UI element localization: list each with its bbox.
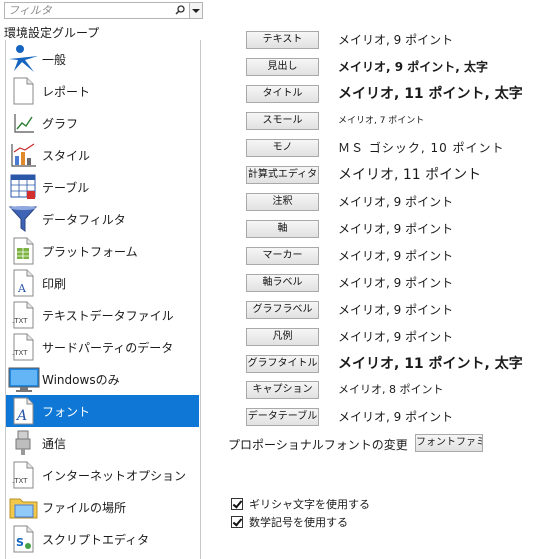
font-icon: A <box>6 395 42 427</box>
svg-text:A: A <box>15 408 27 424</box>
monitor-icon <box>6 363 42 395</box>
sidebar-item-internet-options[interactable]: .TXT インターネットオプション <box>6 459 199 491</box>
filter-dropdown-button[interactable] <box>190 2 203 19</box>
font-sample: メイリオ, 11 ポイント <box>338 167 482 183</box>
sidebar-item-label: プラットフォーム <box>42 244 138 259</box>
math-checkbox[interactable] <box>231 515 243 528</box>
font-sample: メイリオ, 7 ポイント <box>338 116 425 126</box>
sidebar-item-table[interactable]: テーブル <box>6 171 199 203</box>
font-sample: メイリオ, 11 ポイント, 太字 <box>338 86 523 102</box>
search-icon[interactable] <box>175 5 185 15</box>
annotation-font-button[interactable]: 注釈 <box>246 193 319 211</box>
report-icon <box>6 75 42 107</box>
font-sample: メイリオ, 9 ポイント <box>338 303 454 317</box>
sidebar-item-label: データフィルタ <box>42 212 126 227</box>
legend-font-button[interactable]: 凡例 <box>246 328 319 346</box>
font-sample: メイリオ, 9 ポイント <box>338 33 454 47</box>
font-sample: メイリオ, 9 ポイント, 太字 <box>338 60 489 74</box>
chevron-down-icon <box>192 9 200 13</box>
data-table-font-button[interactable]: データテーブル <box>246 408 319 426</box>
sidebar-item-platform[interactable]: プラットフォーム <box>6 235 199 267</box>
sidebar-item-label: フォント <box>42 404 91 419</box>
txt-file-icon: .TXT <box>6 331 42 363</box>
small-font-button[interactable]: スモール <box>246 112 319 130</box>
title-font-button[interactable]: タイトル <box>246 85 319 103</box>
greek-checkbox[interactable] <box>231 497 243 510</box>
marker-font-button[interactable]: マーカー <box>246 247 319 265</box>
font-sample: メイリオ, 9 ポイント <box>338 410 454 424</box>
graph-icon <box>6 107 42 139</box>
general-icon <box>6 43 42 75</box>
sidebar-item-file-locations[interactable]: ファイルの場所 <box>6 491 199 523</box>
greek-option[interactable]: ギリシャ文字を使用する <box>231 496 370 511</box>
folder-icon <box>6 491 42 523</box>
font-sample: メイリオ, 9 ポイント <box>338 195 454 209</box>
sidebar-item-font[interactable]: A フォント <box>6 395 199 427</box>
font-family-button[interactable]: フォントファミリ <box>415 434 483 452</box>
font-sample: ＭＳ ゴシック, 10 ポイント <box>338 141 505 155</box>
text-font-button[interactable]: テキスト <box>246 31 319 49</box>
print-icon: A <box>6 267 42 299</box>
sidebar-item-data-filter[interactable]: データフィルタ <box>6 203 199 235</box>
sidebar-item-print[interactable]: A 印刷 <box>6 267 199 299</box>
sidebar-item-report[interactable]: レポート <box>6 75 199 107</box>
sidebar-item-label: Windowsのみ <box>42 372 120 387</box>
sidebar-item-label: 通信 <box>42 436 67 451</box>
greek-label: ギリシャ文字を使用する <box>249 497 370 511</box>
table-icon <box>6 171 42 203</box>
svg-text:A: A <box>17 282 27 295</box>
svg-text:S: S <box>16 536 24 549</box>
svg-text:.TXT: .TXT <box>12 349 28 357</box>
sidebar-item-script-editor[interactable]: S スクリプトエディタ <box>6 523 199 555</box>
svg-text:.TXT: .TXT <box>12 317 28 325</box>
font-sample: メイリオ, 8 ポイント <box>338 383 444 396</box>
proportional-font-label: プロポーショナルフォントの変更 <box>228 438 408 452</box>
graph-label-font-button[interactable]: グラフラベル <box>246 301 319 319</box>
sidebar-item-label: スタイル <box>42 148 91 163</box>
txt-file-icon: .TXT <box>6 459 42 491</box>
sidebar-item-label: 一般 <box>42 52 67 67</box>
sidebar-item-label: ファイルの場所 <box>42 500 127 515</box>
filter-input[interactable] <box>5 3 168 18</box>
font-sample: メイリオ, 9 ポイント <box>338 330 454 344</box>
sidebar-item-label: インターネットオプション <box>42 468 187 483</box>
filter-box <box>4 2 190 19</box>
sidebar-item-label: サードパーティのデータ <box>42 340 174 355</box>
heading-font-button[interactable]: 見出し <box>246 58 319 76</box>
sidebar-item-label: テキストデータファイル <box>42 308 174 323</box>
sidebar-item-windows-only[interactable]: Windowsのみ <box>6 363 199 395</box>
sidebar-item-general[interactable]: 一般 <box>6 43 199 75</box>
math-label: 数学記号を使用する <box>249 515 348 529</box>
formula-editor-font-button[interactable]: 計算式エディタ <box>246 166 319 184</box>
axis-font-button[interactable]: 軸 <box>246 220 319 238</box>
txt-file-icon: .TXT <box>6 299 42 331</box>
sidebar-item-style[interactable]: スタイル <box>6 139 199 171</box>
graph-title-font-button[interactable]: グラフタイトル <box>246 355 319 373</box>
font-sample: メイリオ, 11 ポイント, 太字 <box>338 356 523 372</box>
platform-icon <box>6 235 42 267</box>
axis-label-font-button[interactable]: 軸ラベル <box>246 274 319 292</box>
sidebar-item-communication[interactable]: 通信 <box>6 427 199 459</box>
communication-icon <box>6 427 42 459</box>
preference-group-list[interactable]: 一般 レポート グラフ スタイル テーブル データフィルタ プラットフォーム A… <box>5 40 201 559</box>
script-icon: S <box>6 523 42 555</box>
group-label: 環境設定グループ <box>4 26 100 40</box>
sidebar-item-label: グラフ <box>42 116 79 131</box>
sidebar-item-label: レポート <box>42 84 91 99</box>
math-option[interactable]: 数学記号を使用する <box>231 514 348 529</box>
sidebar-item-label: テーブル <box>42 180 90 195</box>
sidebar-item-third-party-data[interactable]: .TXT サードパーティのデータ <box>6 331 199 363</box>
font-sample: メイリオ, 9 ポイント <box>338 222 454 236</box>
funnel-icon <box>6 203 42 235</box>
caption-font-button[interactable]: キャプション <box>246 381 319 399</box>
style-icon <box>6 139 42 171</box>
font-sample: メイリオ, 9 ポイント <box>338 249 454 263</box>
sidebar-item-label: スクリプトエディタ <box>42 532 150 547</box>
sidebar-item-text-data-file[interactable]: .TXT テキストデータファイル <box>6 299 199 331</box>
sidebar-item-graph[interactable]: グラフ <box>6 107 199 139</box>
sidebar-item-label: 印刷 <box>42 276 67 291</box>
svg-text:.TXT: .TXT <box>12 477 28 485</box>
mono-font-button[interactable]: モノ <box>246 139 319 157</box>
font-sample: メイリオ, 9 ポイント <box>338 276 454 290</box>
